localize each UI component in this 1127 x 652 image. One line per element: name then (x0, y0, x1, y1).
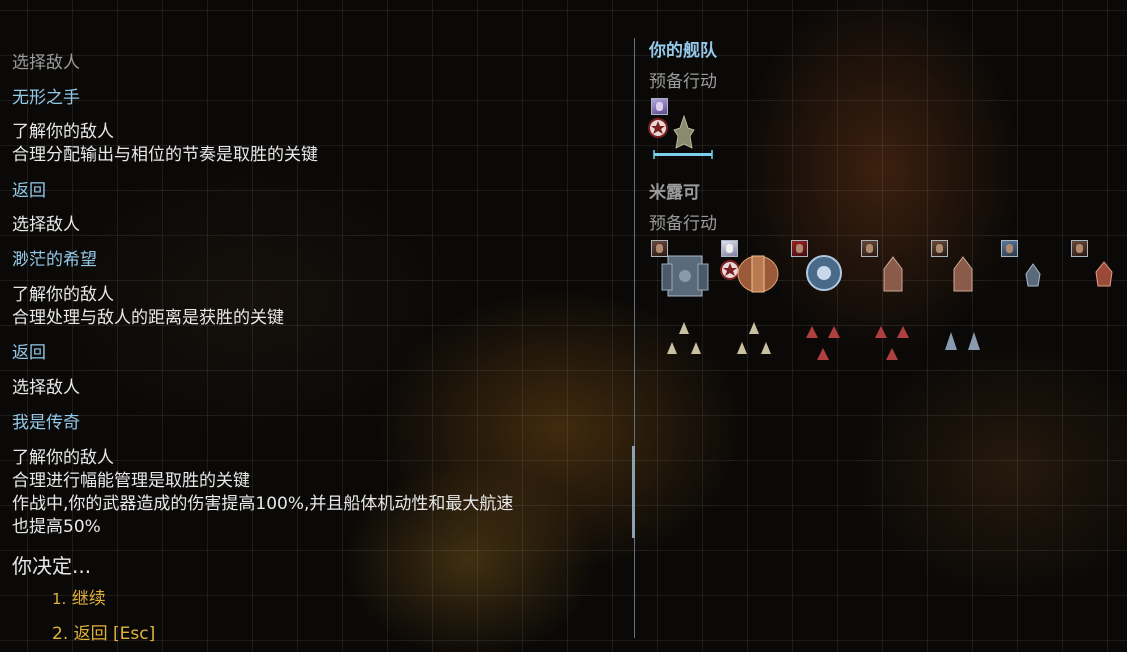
officer-portrait-icon[interactable] (861, 240, 878, 257)
option-continue[interactable]: 1. 继续 (52, 588, 106, 611)
option-label: 返回 [Esc] (73, 624, 156, 644)
ship-hull-bar (654, 153, 712, 156)
ship-sprite-icon[interactable] (718, 248, 782, 298)
dialog-scrollbar[interactable] (632, 446, 635, 538)
dialog-prompt: 你决定... (12, 554, 92, 578)
dialog-line: 作战中,你的武器造成的伤害提高100%,并且船体机动性和最大航速 (12, 494, 514, 514)
ship-sprite-icon[interactable] (660, 248, 710, 302)
dialog-line: 也提高50% (12, 517, 101, 537)
officer-portrait-icon[interactable] (1071, 240, 1088, 257)
dialog-line: 合理分配输出与相位的节奏是取胜的关键 (12, 145, 318, 165)
dialog-line: 返回 (12, 343, 46, 363)
dialog-line: 无形之手 (12, 88, 80, 108)
dialog-line: 合理处理与敌人的距离是获胜的关键 (12, 308, 284, 328)
dialog-line: 选择敌人 (12, 215, 80, 235)
ship-sprite-icon (673, 114, 695, 149)
ship-sprite-icon[interactable] (803, 252, 845, 294)
fighter-wing-icon[interactable] (662, 320, 706, 362)
dialog-line: 了解你的敌人 (12, 285, 114, 305)
dialog-line: 选择敌人 (12, 378, 80, 398)
player-flagship[interactable] (648, 114, 718, 162)
officer-portrait-icon[interactable] (651, 98, 668, 115)
ship-sprite-icon[interactable] (1023, 262, 1043, 288)
officer-portrait-icon[interactable] (1001, 240, 1018, 257)
option-label: 继续 (71, 589, 106, 609)
dialog-line: 选择敌人 (12, 53, 80, 73)
ship-sprite-icon[interactable] (1093, 260, 1115, 288)
dialog-line: 合理进行幅能管理是取胜的关键 (12, 471, 250, 491)
option-back[interactable]: 2. 返回 [Esc] (52, 623, 155, 646)
ship-sprite-icon[interactable] (880, 255, 906, 295)
enemy-fleet-stance: 预备行动 (649, 214, 717, 234)
officer-portrait-icon[interactable] (931, 240, 948, 257)
fighter-wing-icon[interactable] (732, 320, 776, 362)
option-number: 2. (52, 624, 69, 644)
player-fleet-title: 你的舰队 (649, 41, 717, 61)
enemy-fleet-title: 米露可 (649, 183, 700, 203)
dialog-line: 了解你的敌人 (12, 122, 114, 142)
option-number: 1. (52, 590, 67, 608)
panel-divider (634, 38, 635, 638)
fighter-wing-icon[interactable] (802, 324, 846, 366)
dialog-line: 返回 (12, 181, 46, 201)
dialog-line: 渺茫的希望 (12, 250, 97, 270)
fighter-wing-icon[interactable] (871, 324, 915, 366)
ship-sprite-icon[interactable] (950, 255, 976, 295)
fighter-wing-icon[interactable] (940, 330, 986, 356)
player-fleet-stance: 预备行动 (649, 72, 717, 92)
dialog-line: 我是传奇 (12, 413, 80, 433)
dialog-line: 了解你的敌人 (12, 448, 114, 468)
